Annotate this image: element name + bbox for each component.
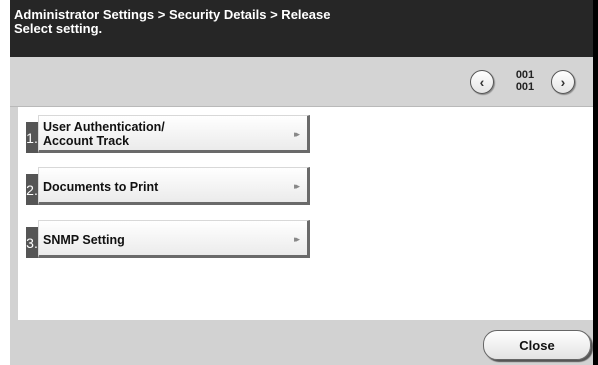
item-label: Documents to Print [43,180,159,194]
menu-item-documents-to-print[interactable]: 2. Documents to Print ▸▸ [26,167,314,205]
chevron-left-icon: ‹ [479,74,485,90]
menu-item-snmp-setting[interactable]: 3. SNMP Setting ▸▸ [26,220,314,258]
item-number: 2. [26,174,38,205]
previous-page-button[interactable]: ‹ [470,70,494,94]
settings-screen: Administrator Settings > Security Detail… [10,0,593,365]
user-authentication-button[interactable]: User Authentication/ Account Track ▸▸ [38,115,310,153]
total-pages: 001 [515,81,535,93]
double-chevron-right-icon: ▸▸ [293,181,300,191]
instruction-text: Select setting. [14,21,103,36]
item-number: 1. [26,122,38,153]
item-label-line1: User Authentication/ [43,120,165,134]
chevron-right-icon: › [560,74,566,90]
breadcrumb-title: Administrator Settings > Security Detail… [14,7,331,22]
menu-panel: 1. User Authentication/ Account Track ▸▸… [18,107,593,320]
close-button[interactable]: Close [483,330,591,360]
page-counter: 001 001 [508,69,542,93]
documents-to-print-button[interactable]: Documents to Print ▸▸ [38,167,310,205]
pager-bar: ‹ 001 001 › [10,57,593,107]
footer-bar: Close [10,320,593,365]
next-page-button[interactable]: › [551,70,575,94]
item-number: 3. [26,227,38,258]
current-page: 001 [515,69,535,81]
snmp-setting-button[interactable]: SNMP Setting ▸▸ [38,220,310,258]
menu-item-user-authentication[interactable]: 1. User Authentication/ Account Track ▸▸ [26,115,314,153]
item-label-line2: Account Track [43,134,130,148]
double-chevron-right-icon: ▸▸ [293,129,300,139]
header-bar: Administrator Settings > Security Detail… [10,0,593,57]
screen-edge [593,0,598,365]
double-chevron-right-icon: ▸▸ [293,234,300,244]
item-label: SNMP Setting [43,233,125,247]
